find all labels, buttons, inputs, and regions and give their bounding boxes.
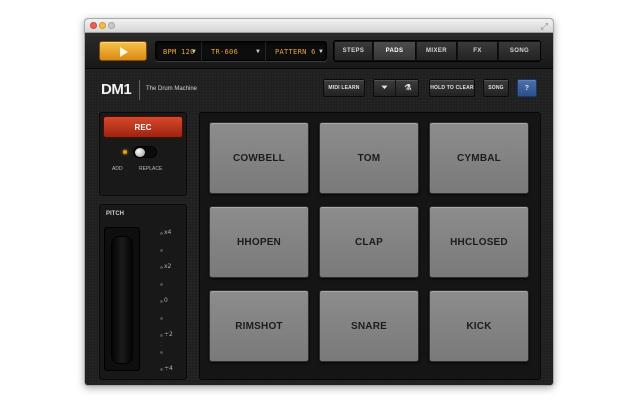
pitch-marker-dot bbox=[160, 266, 163, 269]
midi-learn-button[interactable]: MIDI LEARN bbox=[323, 79, 365, 97]
add-led-indicator bbox=[123, 150, 127, 154]
funnel-icon[interactable]: ⏷ bbox=[374, 80, 396, 96]
pitch-tick-label: ÷4 bbox=[164, 365, 173, 372]
pitch-slider-track[interactable] bbox=[111, 236, 133, 364]
pad-label: SNARE bbox=[350, 321, 387, 332]
bpm-selector[interactable]: BPM 120 ▼ bbox=[156, 42, 202, 62]
tab-steps[interactable]: STEPS bbox=[335, 42, 373, 60]
tab-pads[interactable]: PADS bbox=[374, 42, 416, 60]
app-logo: DM1 bbox=[101, 81, 132, 98]
logo-divider bbox=[139, 80, 140, 100]
hold-to-clear-button[interactable]: HOLD TO CLEAR bbox=[429, 79, 475, 97]
record-mode-switch bbox=[103, 143, 183, 167]
pad-cowbell[interactable]: COWBELL bbox=[209, 122, 309, 194]
edit-tools-group: ⏷ ⚗ bbox=[373, 79, 419, 97]
pitch-tick-label: x2 bbox=[164, 263, 172, 270]
song-button[interactable]: SONG bbox=[483, 79, 509, 97]
pad-clap[interactable]: CLAP bbox=[319, 206, 419, 278]
tab-mixer[interactable]: MIXER bbox=[417, 42, 457, 60]
pad-label: TOM bbox=[357, 153, 381, 164]
bpm-value: BPM 120 bbox=[163, 48, 195, 56]
pad-kick[interactable]: KICK bbox=[429, 290, 529, 362]
zoom-window-button[interactable] bbox=[108, 22, 115, 29]
pad-label: COWBELL bbox=[233, 153, 285, 164]
minimize-window-button[interactable] bbox=[99, 22, 106, 29]
kit-value: TR-606 bbox=[211, 48, 239, 56]
app-window: ⤢ BPM 120 ▼ TR-606 ▼ PATTERN 6 ▼ STEPS P… bbox=[84, 18, 554, 386]
chevron-down-icon: ▼ bbox=[319, 48, 323, 55]
add-label: ADD bbox=[112, 166, 123, 172]
pad-snare[interactable]: SNARE bbox=[319, 290, 419, 362]
transport-bar: BPM 120 ▼ TR-606 ▼ PATTERN 6 ▼ STEPS PAD… bbox=[85, 33, 553, 69]
pad-label: RIMSHOT bbox=[235, 321, 283, 332]
title-bar: ⤢ bbox=[85, 19, 553, 33]
pitch-marker-dot bbox=[160, 232, 163, 235]
app-tagline: The Drum Machine bbox=[146, 86, 198, 92]
pad-label: CYMBAL bbox=[457, 153, 501, 164]
toggle-knob[interactable] bbox=[135, 148, 145, 157]
pad-rimshot[interactable]: RIMSHOT bbox=[209, 290, 309, 362]
pad-label: CLAP bbox=[354, 237, 384, 248]
lcd-display: BPM 120 ▼ TR-606 ▼ PATTERN 6 ▼ bbox=[155, 41, 328, 62]
chevron-down-icon: ▼ bbox=[256, 48, 260, 55]
pattern-selector[interactable]: PATTERN 6 ▼ bbox=[266, 42, 328, 62]
pad-grid: COWBELL TOM CYMBAL HHOPEN CLAP HHCLOSED … bbox=[199, 112, 541, 380]
pitch-slider[interactable] bbox=[104, 227, 140, 371]
replace-label: REPLACE bbox=[139, 166, 163, 172]
pad-label: HHCLOSED bbox=[450, 237, 508, 248]
pitch-marker-dot bbox=[160, 317, 163, 320]
pitch-tick-label: x4 bbox=[164, 229, 172, 236]
tab-song[interactable]: SONG bbox=[499, 42, 540, 60]
close-window-button[interactable] bbox=[90, 22, 97, 29]
pad-tom[interactable]: TOM bbox=[319, 122, 419, 194]
help-button[interactable]: ? bbox=[517, 79, 537, 97]
resize-icon[interactable]: ⤢ bbox=[541, 21, 548, 31]
chevron-down-icon: ▼ bbox=[192, 48, 196, 55]
play-button[interactable] bbox=[99, 41, 147, 61]
pitch-label: PITCH bbox=[106, 211, 124, 217]
rec-button[interactable]: REC bbox=[103, 116, 183, 138]
mode-tabs: STEPS PADS MIXER FX SONG bbox=[333, 40, 541, 62]
pitch-marker-dot bbox=[160, 283, 163, 286]
pitch-marker-dot bbox=[160, 334, 163, 337]
pitch-marker-dot bbox=[160, 368, 163, 371]
pitch-tick-label: 0 bbox=[164, 297, 168, 304]
add-replace-toggle[interactable] bbox=[133, 146, 157, 158]
pad-label: KICK bbox=[466, 321, 492, 332]
pattern-value: PATTERN 6 bbox=[275, 48, 316, 56]
drum-machine-app: BPM 120 ▼ TR-606 ▼ PATTERN 6 ▼ STEPS PAD… bbox=[85, 33, 553, 385]
pad-label: HHOPEN bbox=[237, 237, 281, 248]
tab-fx[interactable]: FX bbox=[458, 42, 498, 60]
kit-selector[interactable]: TR-606 ▼ bbox=[202, 42, 266, 62]
pad-hhopen[interactable]: HHOPEN bbox=[209, 206, 309, 278]
pitch-marker-dot bbox=[160, 351, 163, 354]
pitch-marker-dot bbox=[160, 249, 163, 252]
pad-hhclosed[interactable]: HHCLOSED bbox=[429, 206, 529, 278]
brand-bar: DM1 The Drum Machine MIDI LEARN ⏷ ⚗ HOLD… bbox=[85, 70, 553, 108]
pitch-tick-label: ÷2 bbox=[164, 331, 173, 338]
pitch-panel: PITCH x4 x2 0 ÷2 ÷4 bbox=[99, 204, 187, 380]
flask-icon[interactable]: ⚗ bbox=[397, 80, 419, 96]
pitch-marker-dot bbox=[160, 300, 163, 303]
play-icon bbox=[120, 47, 128, 57]
pad-cymbal[interactable]: CYMBAL bbox=[429, 122, 529, 194]
record-panel: REC ADD REPLACE bbox=[99, 112, 187, 196]
